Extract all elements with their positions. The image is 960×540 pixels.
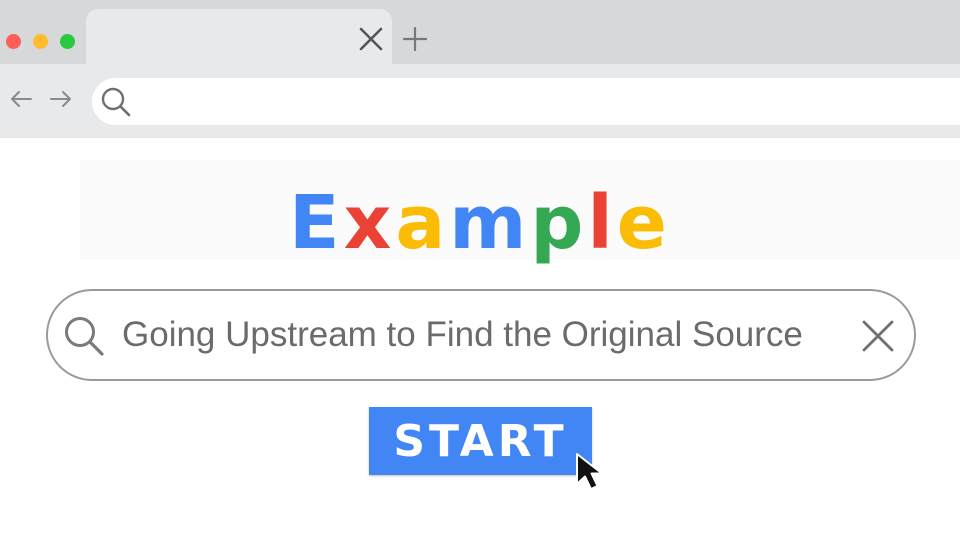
address-bar[interactable]	[92, 78, 960, 125]
logo-letter: x	[343, 180, 396, 266]
arrow-right-icon	[50, 91, 71, 107]
close-window-button[interactable]	[6, 34, 21, 49]
logo-letter: e	[616, 180, 671, 266]
plus-icon	[402, 26, 428, 52]
close-icon	[359, 27, 383, 51]
logo-letter: l	[587, 180, 617, 266]
active-tab[interactable]	[86, 9, 392, 65]
forward-button[interactable]	[48, 86, 74, 112]
example-logo: Example	[0, 178, 960, 268]
search-icon	[65, 317, 104, 356]
mouse-pointer-icon	[576, 453, 603, 490]
new-tab-button[interactable]	[400, 24, 430, 54]
tab-close-button[interactable]	[356, 24, 386, 54]
back-button[interactable]	[8, 86, 34, 112]
minimize-window-button[interactable]	[33, 34, 48, 49]
logo-letter: p	[530, 180, 588, 266]
clear-search-button[interactable]	[858, 316, 898, 356]
logo-letter: E	[289, 180, 344, 266]
address-input[interactable]	[142, 91, 922, 112]
maximize-window-button[interactable]	[60, 34, 75, 49]
logo-letter: m	[449, 180, 531, 266]
search-icon	[101, 87, 131, 116]
arrow-left-icon	[11, 91, 32, 107]
start-button[interactable]: START	[369, 407, 592, 475]
search-box-icon	[62, 314, 106, 358]
close-icon	[862, 320, 894, 352]
search-query-text[interactable]: Going Upstream to Find the Original Sour…	[122, 312, 852, 358]
logo-letter: a	[395, 180, 450, 266]
